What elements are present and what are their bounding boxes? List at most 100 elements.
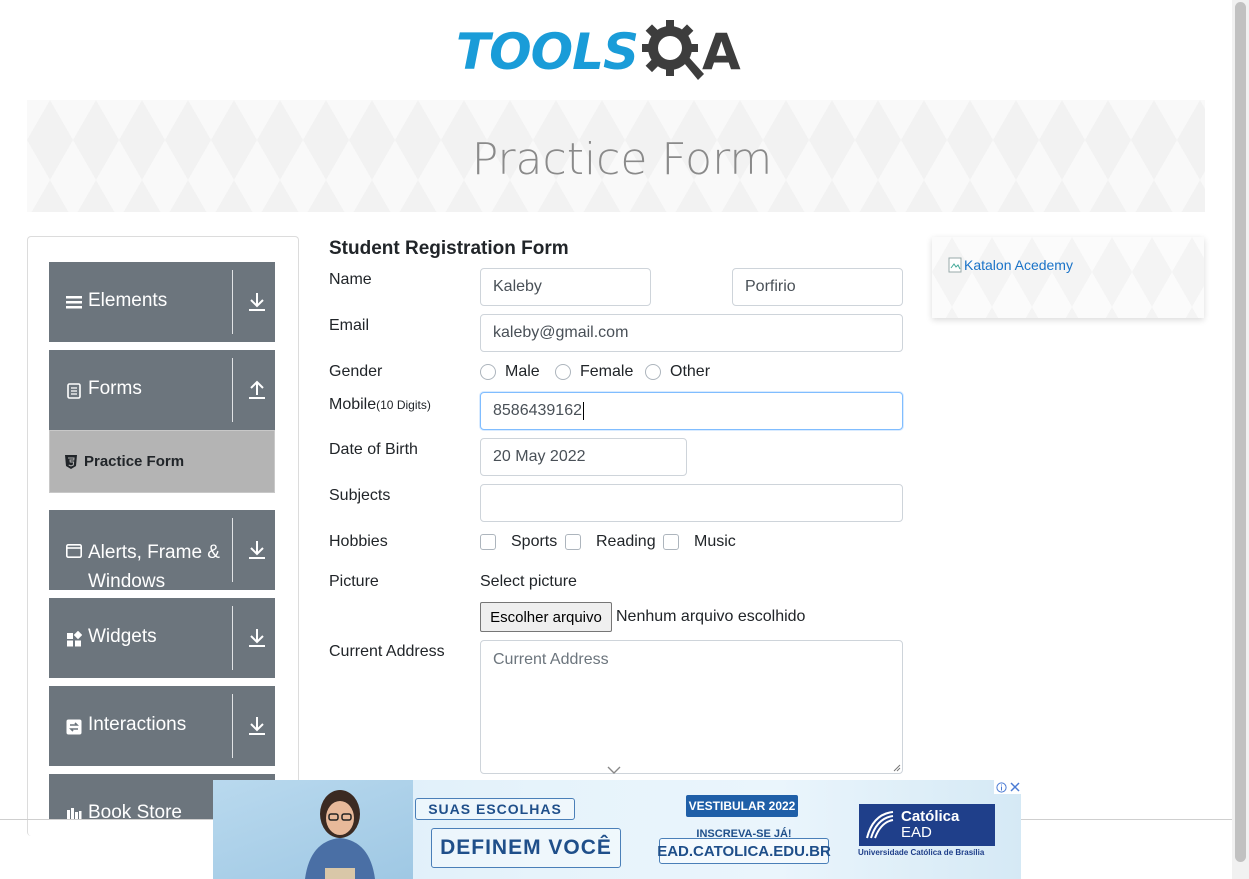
divider [232, 606, 233, 670]
email-input[interactable]: kaleby@gmail.com [480, 314, 903, 352]
sidebar-item-label: Practice Form [84, 453, 185, 470]
sidebar: Elements Forms Practice Form Alerts, Fra… [27, 236, 299, 836]
ad-controls[interactable] [994, 780, 1021, 794]
sidebar-group-interactions[interactable]: Interactions [49, 686, 275, 766]
gender-label: Gender [329, 363, 383, 380]
widgets-icon [67, 631, 82, 647]
sidebar-group-widgets[interactable]: Widgets [49, 598, 275, 678]
gender-radio-female[interactable]: Female [555, 363, 633, 381]
info-icon[interactable] [995, 781, 1007, 793]
ad-slogan-1: SUAS ESCOLHAS [415, 798, 575, 820]
sidebar-group-alerts-frame-windows[interactable]: Alerts, Frame & Windows [49, 510, 275, 592]
ad-brand-ead: EAD [901, 824, 932, 841]
gender-radio-male[interactable]: Male [480, 363, 540, 381]
hobbies-label: Hobbies [329, 533, 388, 550]
text-cursor [582, 402, 584, 420]
ad-vestibular-badge: VESTIBULAR 2022 [686, 795, 798, 817]
radio-button[interactable] [480, 364, 496, 380]
page-banner: Practice Form [27, 100, 1205, 212]
sidebar-group-label: Forms [88, 378, 142, 399]
vertical-scrollbar[interactable] [1232, 0, 1249, 879]
mobile-label: Mobile(10 Digits) [329, 396, 431, 414]
logo-text-a: A [702, 23, 741, 81]
hobby-checkbox-music[interactable]: Music [663, 533, 736, 551]
checkbox[interactable] [565, 534, 581, 550]
ad-brand-name: Católica [901, 808, 960, 825]
radio-label: Male [505, 363, 540, 380]
interactions-icon [66, 719, 82, 735]
current-address-textarea[interactable]: Current Address [480, 640, 903, 774]
scrollbar-thumb[interactable] [1235, 2, 1246, 862]
sidebar-item-practice-form[interactable]: Practice Form [49, 430, 275, 493]
choose-file-button[interactable]: Escolher arquivo [480, 602, 612, 632]
divider [232, 518, 233, 582]
dob-value: 20 May 2022 [493, 448, 586, 465]
page-title: Practice Form [471, 133, 773, 185]
ad-brand-subtitle: Universidade Católica de Brasília [858, 848, 985, 857]
first-name-value: Kaleby [493, 278, 542, 295]
resize-grip-icon[interactable] [893, 764, 901, 772]
sidebar-group-label: Interactions [88, 714, 187, 735]
ad-katalon-academy[interactable]: Katalon Acedemy [932, 237, 1204, 318]
close-icon[interactable] [1009, 782, 1020, 792]
current-address-label: Current Address [329, 643, 445, 660]
last-name-value: Porfirio [745, 278, 796, 295]
window-icon [66, 543, 82, 558]
menu-icon [66, 296, 82, 309]
checkbox-label: Reading [596, 533, 656, 550]
document-icon [67, 383, 81, 399]
logo-text-tools: TOOLS [456, 23, 639, 81]
gear-magnifier-icon [642, 20, 704, 80]
file-status: Nenhum arquivo escolhido [616, 608, 806, 625]
toolsqa-logo[interactable]: TOOLS A [456, 14, 781, 90]
picture-label: Picture [329, 573, 379, 590]
sidebar-group-forms[interactable]: Forms [49, 350, 275, 430]
html5-icon [65, 455, 77, 469]
sidebar-group-label-line2: Windows [88, 571, 166, 592]
download-arrow-icon [249, 629, 265, 647]
divider [232, 694, 233, 758]
name-label: Name [329, 271, 372, 288]
mobile-hint: (10 Digits) [376, 398, 431, 412]
sidebar-group-label: Alerts, Frame & [88, 542, 220, 563]
ad-url: EAD.CATOLICA.EDU.BR [657, 838, 831, 864]
checkbox[interactable] [480, 534, 496, 550]
hobby-checkbox-sports[interactable]: Sports [480, 533, 557, 551]
sidebar-group-elements[interactable]: Elements [49, 262, 275, 342]
sidebar-group-label: Book Store [88, 802, 182, 820]
date-of-birth-input[interactable]: 20 May 2022 [480, 438, 687, 476]
catolica-logo-icon [866, 811, 894, 839]
radio-button[interactable] [645, 364, 661, 380]
download-arrow-icon [249, 293, 265, 311]
sidebar-group-label: Elements [88, 290, 168, 311]
form-title: Student Registration Form [329, 238, 569, 259]
first-name-input[interactable]: Kaleby [480, 268, 651, 306]
email-value: kaleby@gmail.com [493, 324, 629, 341]
radio-label: Female [580, 363, 634, 380]
dob-label: Date of Birth [329, 441, 418, 458]
subjects-input[interactable] [480, 484, 903, 522]
divider [232, 358, 233, 422]
ad-banner-catolica[interactable]: SUAS ESCOLHAS DEFINEM VOCÊ VESTIBULAR 20… [213, 780, 1021, 879]
email-label: Email [329, 317, 370, 334]
ad-brand-logo: Católica EAD [859, 804, 995, 846]
hobby-checkbox-reading[interactable]: Reading [565, 533, 656, 551]
divider [232, 270, 233, 334]
checkbox-label: Music [694, 533, 736, 550]
ad-alt-text: Katalon Acedemy [964, 257, 1073, 273]
mobile-input[interactable]: 8586439162 [480, 392, 903, 430]
upload-arrow-icon [249, 380, 265, 399]
last-name-input[interactable]: Porfirio [732, 268, 903, 306]
chevron-down-icon [607, 766, 621, 774]
bookstore-icon [67, 808, 82, 820]
person-illustration [305, 790, 375, 879]
mobile-label-text: Mobile [329, 396, 377, 413]
mobile-value: 8586439162 [493, 402, 582, 419]
broken-image[interactable]: Katalon Acedemy [948, 257, 1073, 273]
checkbox[interactable] [663, 534, 679, 550]
sidebar-group-label: Widgets [88, 626, 157, 647]
broken-image-icon [948, 257, 962, 273]
radio-button[interactable] [555, 364, 571, 380]
gender-radio-other[interactable]: Other [645, 363, 710, 381]
select-picture-label: Select picture [480, 573, 577, 590]
